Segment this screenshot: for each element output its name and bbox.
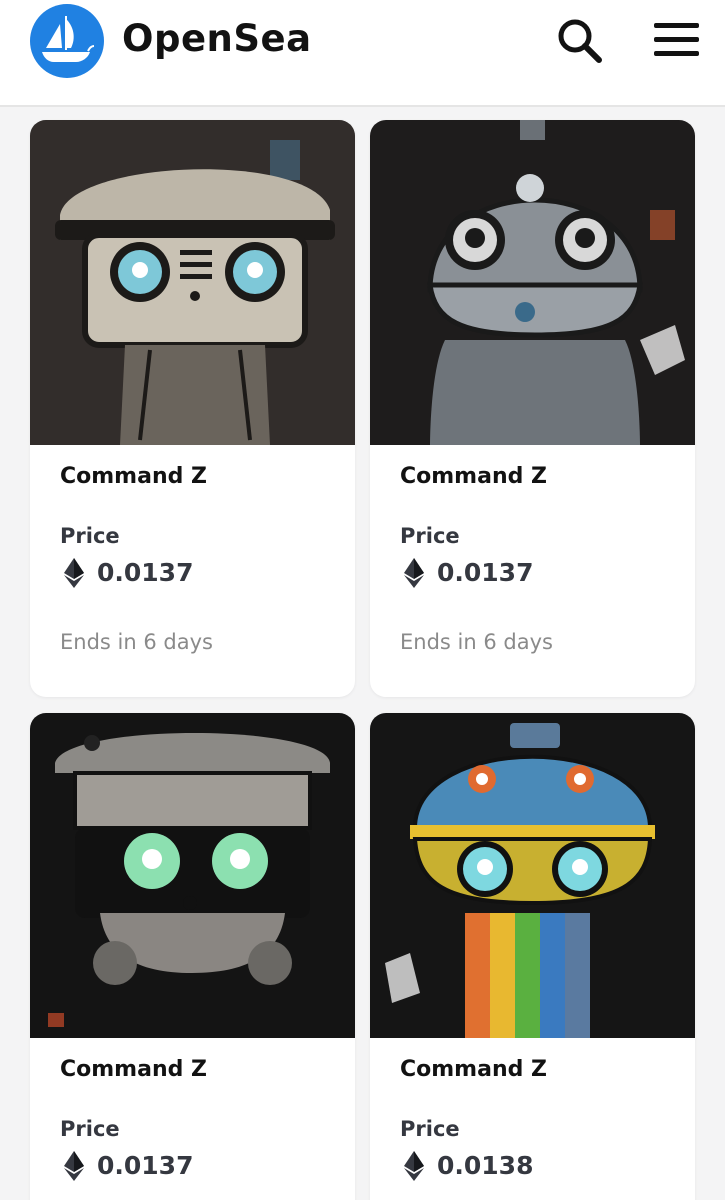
menu-line [654,51,699,56]
ethereum-icon [404,558,424,588]
nft-card[interactable]: Command Z Price 0.0137 Ends in 6 days [30,120,355,697]
nft-title: Command Z [400,1057,547,1082]
search-icon [558,19,602,63]
price-value: 0.0137 [437,558,534,587]
ethereum-icon [64,558,84,588]
price-label: Price [60,1117,120,1141]
hamburger-menu-button[interactable] [652,20,702,60]
nft-card[interactable]: Command Z Price 0.0137 [30,713,355,1200]
auction-end-text: Ends in 6 days [400,630,553,654]
price-label: Price [60,524,120,548]
nft-artwork-image[interactable] [370,120,695,445]
menu-line [654,23,699,28]
auction-end-text: Ends in 6 days [60,630,213,654]
nft-title: Command Z [400,464,547,489]
nft-card[interactable]: Command Z Price 0.0137 Ends in 6 days [370,120,695,697]
nft-title: Command Z [60,464,207,489]
nft-artwork-image[interactable] [370,713,695,1038]
price-value: 0.0138 [437,1151,534,1180]
nft-card[interactable]: Command Z Price 0.0138 [370,713,695,1200]
ethereum-icon [404,1151,424,1181]
boat-icon [42,16,95,62]
top-nav-bar: OpenSea [0,0,725,107]
price-label: Price [400,1117,460,1141]
opensea-logo[interactable] [30,4,104,78]
price-label: Price [400,524,460,548]
menu-line [654,37,699,42]
brand-name[interactable]: OpenSea [122,17,312,60]
nft-artwork-image[interactable] [30,713,355,1038]
price-value: 0.0137 [97,1151,194,1180]
price-value: 0.0137 [97,558,194,587]
nft-title: Command Z [60,1057,207,1082]
nft-artwork-image[interactable] [30,120,355,445]
ethereum-icon [64,1151,84,1181]
search-button[interactable] [553,14,607,68]
